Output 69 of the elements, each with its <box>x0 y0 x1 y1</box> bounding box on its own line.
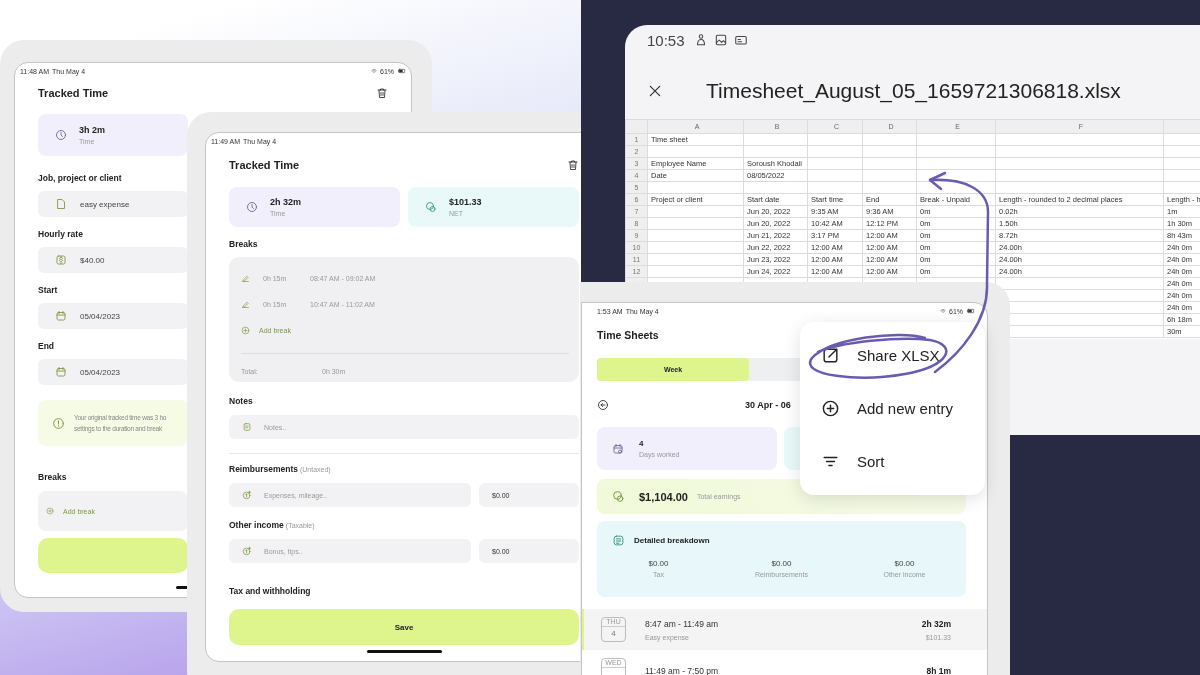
info-icon <box>52 416 65 430</box>
wifi-icon <box>371 68 377 74</box>
date-range: 30 Apr - 06 <box>745 400 791 410</box>
input-field[interactable]: $40.00 <box>38 247 188 273</box>
earnings-value: $1,104.00 <box>639 490 688 503</box>
coin-icon <box>612 490 625 503</box>
status-time: 10:53 <box>647 31 685 49</box>
input-field[interactable]: easy expense <box>38 191 188 217</box>
summary-value: 2h 32m <box>270 197 302 207</box>
field-value: $40.00 <box>80 255 105 265</box>
field-value: 05/04/2023 <box>80 311 121 321</box>
calendar-icon <box>612 442 624 455</box>
screen-title: Tracked Time <box>38 87 109 99</box>
image-icon <box>713 33 728 47</box>
field-label: End <box>38 341 56 352</box>
share-icon <box>821 346 840 365</box>
input-field[interactable]: 05/04/2023 <box>38 359 188 385</box>
note-icon <box>242 422 252 432</box>
day-number: 4 <box>611 628 616 640</box>
section-label: Breaks <box>229 239 259 250</box>
section-label: Other income <box>229 520 284 530</box>
breakdown-value: $0.00 <box>647 559 670 568</box>
file-title: Timesheet_August_05_1659721306818.xlsx <box>706 79 1121 103</box>
calendar-icon <box>55 366 67 378</box>
plus-circle-icon <box>241 325 250 335</box>
time-value: 3h 2m <box>79 125 105 135</box>
breakdown-value: $0.00 <box>893 559 916 568</box>
trash-icon[interactable] <box>567 159 579 171</box>
field-label: Job, project or client <box>38 173 123 184</box>
time-range: 8:47 am - 11:49 am <box>645 618 719 629</box>
calendar-icon <box>55 310 67 322</box>
menu-item[interactable]: Sort <box>800 448 985 475</box>
battery-icon <box>398 67 406 75</box>
input-field[interactable]: 05/04/2023 <box>38 303 188 329</box>
battery-icon <box>967 307 975 315</box>
plus-circle-icon <box>821 399 840 418</box>
wifi-icon <box>940 308 946 314</box>
field-label: Start <box>38 285 59 296</box>
field-value: 05/04/2023 <box>80 367 121 377</box>
entry-duration: 8h 1m <box>926 665 951 675</box>
card-icon <box>733 33 748 47</box>
save-button[interactable]: Save <box>229 609 579 645</box>
document-icon <box>55 198 67 210</box>
card-title: Detailed breakdown <box>634 536 710 545</box>
trash-icon[interactable] <box>376 87 388 99</box>
screen-title: Time Sheets <box>597 328 660 342</box>
clock-icon <box>246 201 258 213</box>
breakdown-value: $0.00 <box>770 559 793 568</box>
menu-item[interactable]: Share XLSX <box>800 342 985 369</box>
section-label: Reimbursements <box>229 464 298 474</box>
field-label: Hourly rate <box>38 229 84 240</box>
screen-title: Tracked Time <box>229 159 300 171</box>
clock-icon <box>55 129 67 141</box>
plus-circle-icon <box>46 507 54 515</box>
section-label: Breaks <box>38 472 68 483</box>
summary-value: $101.33 <box>449 197 482 207</box>
list-icon <box>612 534 625 547</box>
entry-duration: 2h 32m <box>921 618 951 629</box>
section-label: Notes <box>229 396 254 407</box>
dollar-coin-icon <box>242 490 252 500</box>
section-label: Tax and withholding <box>229 586 312 597</box>
coin-icon <box>425 201 437 213</box>
stat-value: 4 <box>639 439 645 448</box>
time-range: 11:49 am - 7:50 pm <box>645 665 719 675</box>
dollar-coin-icon <box>242 546 252 556</box>
dollar-icon <box>55 254 67 266</box>
menu-item[interactable]: Add new entry <box>800 395 985 422</box>
field-value: easy expense <box>80 199 130 209</box>
close-icon[interactable] <box>647 83 663 99</box>
